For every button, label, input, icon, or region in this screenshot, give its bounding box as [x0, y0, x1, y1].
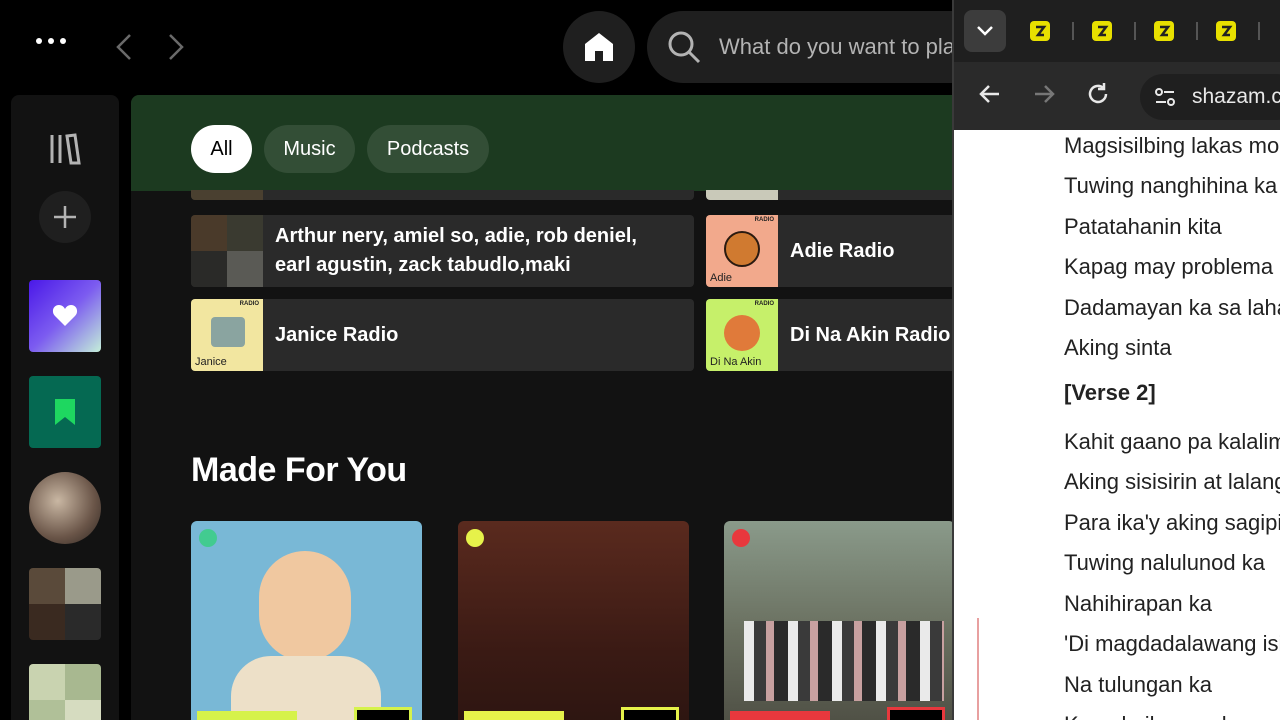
- filter-chip-podcasts[interactable]: Podcasts: [367, 125, 489, 173]
- lyric-line: Kahit gaano pa kalalim: [1064, 429, 1280, 454]
- daily-mix-card[interactable]: [191, 521, 422, 720]
- library-sidebar: [11, 95, 119, 720]
- tab-separator: [1072, 22, 1074, 40]
- shazam-tab-favicon-icon[interactable]: [1090, 19, 1114, 43]
- bookmark-icon: [55, 399, 75, 425]
- heart-icon: [52, 305, 78, 326]
- shortcut-cover: RADIO Adie: [706, 215, 778, 287]
- shortcut-card[interactable]: RADIO Adie Adie Radio: [706, 215, 961, 287]
- main-view: All Music Podcasts Arthur nery, amiel so…: [131, 95, 961, 720]
- lyric-line: Magsisilbing lakas mo: [1064, 133, 1280, 158]
- shortcut-title: Janice Radio: [275, 323, 399, 346]
- spotify-topbar: What do you want to play?: [0, 0, 987, 95]
- lyric-line: Nahihirapan ka: [1064, 591, 1212, 616]
- mix-label-band: [464, 711, 564, 720]
- radio-tag: RADIO: [754, 301, 774, 307]
- lyric-line: Aking sisisirin at lalanguyin: [1064, 469, 1280, 494]
- page-margin-line: [977, 618, 979, 720]
- search-input[interactable]: What do you want to play?: [719, 34, 978, 60]
- library-icon[interactable]: [49, 133, 81, 165]
- lyric-line: Aking sinta: [1064, 335, 1172, 360]
- artist-avatar[interactable]: [29, 472, 101, 544]
- shortcut-title: Adie Radio: [790, 239, 895, 262]
- home-icon: [585, 33, 613, 61]
- tab-separator: [1258, 22, 1260, 40]
- lyric-line: Dadamayan ka sa lahat: [1064, 295, 1280, 320]
- shortcut-title-line: earl agustin, zack tabudlo,maki: [275, 254, 571, 276]
- lyric-line: Patatahanin kita: [1064, 214, 1222, 239]
- tab-strip: [954, 0, 1280, 62]
- your-episodes-tile[interactable]: [29, 376, 101, 448]
- shortcut-title: Arthur nery, amiel so, adie, rob deniel,…: [275, 215, 637, 287]
- lyric-section-heading: [Verse 2]: [1064, 380, 1156, 405]
- lyric-line: Para ika'y aking sagipin: [1064, 510, 1280, 535]
- shortcut-card-peek[interactable]: [191, 190, 694, 200]
- lyric-line: Tuwing nalulunod ka: [1064, 550, 1265, 575]
- reload-icon[interactable]: [1086, 82, 1110, 106]
- radio-tag: RADIO: [754, 217, 774, 223]
- filter-chip-all[interactable]: All: [191, 125, 252, 173]
- cover-caption: Adie: [710, 272, 733, 284]
- section-title[interactable]: Made For You: [191, 451, 407, 490]
- search-bar[interactable]: What do you want to play?: [647, 11, 987, 83]
- chevron-down-icon: [977, 26, 993, 36]
- tab-separator: [1134, 22, 1136, 40]
- browser-toolbar: shazam.com: [954, 62, 1280, 130]
- header-gradient: [131, 95, 961, 191]
- back-arrow-icon[interactable]: [978, 82, 1002, 106]
- shortcut-card-peek[interactable]: [706, 190, 961, 200]
- mix-label-band: [730, 711, 830, 720]
- spotify-logo-icon: [732, 529, 750, 547]
- shortcut-cover: [191, 215, 263, 287]
- chevron-left-icon[interactable]: [110, 30, 140, 64]
- shazam-tab-favicon-icon[interactable]: [1214, 19, 1238, 43]
- mix-number: [354, 707, 412, 720]
- site-settings-icon[interactable]: [1154, 86, 1176, 108]
- tab-search-button[interactable]: [964, 10, 1006, 52]
- shortcut-card[interactable]: RADIO Janice Janice Radio: [191, 299, 694, 371]
- shazam-tab-favicon-icon[interactable]: [1028, 19, 1052, 43]
- lyric-line: 'Di magdadalawang isip: [1064, 631, 1280, 656]
- filter-chip-music[interactable]: Music: [264, 125, 355, 173]
- shazam-tab-favicon-icon[interactable]: [1152, 19, 1176, 43]
- cover-caption: Di Na Akin: [710, 356, 762, 368]
- spotify-logo-icon: [466, 529, 484, 547]
- chevron-right-icon[interactable]: [160, 30, 190, 64]
- cover-caption: Janice: [195, 356, 227, 368]
- mix-label-band: [197, 711, 297, 720]
- more-dots-icon[interactable]: [36, 38, 66, 44]
- daily-mix-card[interactable]: [458, 521, 689, 720]
- plus-icon: [54, 206, 76, 228]
- playlist-cover[interactable]: [29, 664, 101, 720]
- lyric-line: Na tulungan ka: [1064, 672, 1212, 697]
- shortcut-card[interactable]: Arthur nery, amiel so, adie, rob deniel,…: [191, 215, 694, 287]
- shortcut-card[interactable]: RADIO Di Na Akin Di Na Akin Radio: [706, 299, 961, 371]
- search-icon: [668, 31, 701, 64]
- lyric-line: Kapag may problema: [1064, 254, 1274, 279]
- home-button[interactable]: [563, 11, 635, 83]
- forward-arrow-icon[interactable]: [1032, 82, 1056, 106]
- shortcut-cover: RADIO Janice: [191, 299, 263, 371]
- shortcut-title: Di Na Akin Radio: [790, 323, 951, 346]
- browser-window: shazam.com Magsisilbing lakas mo Tuwing n…: [952, 0, 1280, 720]
- liked-songs-tile[interactable]: [29, 280, 101, 352]
- radio-tag: RADIO: [239, 301, 259, 307]
- lyric-line: Tuwing nanghihina ka: [1064, 173, 1278, 198]
- mix-number: [887, 707, 945, 720]
- shortcut-title-line: Arthur nery, amiel so, adie, rob deniel,: [275, 225, 637, 247]
- mix-number: [621, 707, 679, 720]
- lyric-line: Kung kailangan ko: [1064, 712, 1245, 720]
- daily-mix-card[interactable]: [724, 521, 955, 720]
- shortcut-cover: RADIO Di Na Akin: [706, 299, 778, 371]
- address-bar[interactable]: shazam.com: [1140, 74, 1280, 120]
- playlist-cover[interactable]: [29, 568, 101, 640]
- screen: What do you want to play? All Music Podc…: [0, 0, 1280, 720]
- spotify-logo-icon: [199, 529, 217, 547]
- url-text[interactable]: shazam.com: [1192, 85, 1280, 109]
- tab-separator: [1196, 22, 1198, 40]
- create-playlist-button[interactable]: [39, 191, 91, 243]
